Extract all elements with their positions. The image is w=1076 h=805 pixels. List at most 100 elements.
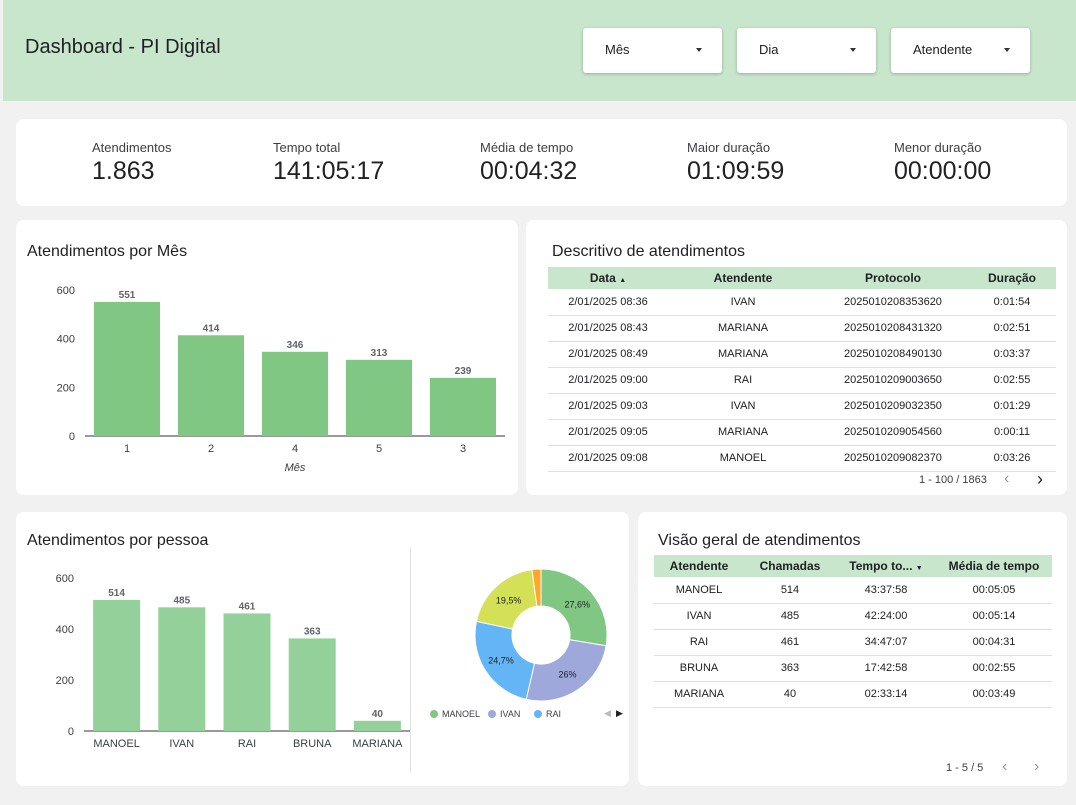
- column-header-duration[interactable]: Duração: [968, 267, 1056, 289]
- kpi-value: 1.863: [92, 157, 155, 185]
- kpi-average-time: Média de tempo 00:04:32: [480, 140, 577, 186]
- table-cell: 0:01:29: [968, 393, 1056, 420]
- legend-item[interactable]: MANOEL: [430, 709, 480, 719]
- table-cell: RAI: [668, 367, 818, 394]
- table-cell: BRUNA: [654, 655, 744, 682]
- page-title: Dashboard - PI Digital: [25, 36, 221, 58]
- table-cell: 514: [744, 577, 836, 604]
- table-cell: 17:42:58: [836, 655, 936, 682]
- legend-item[interactable]: RAI: [534, 709, 561, 719]
- table-row[interactable]: 2/01/2025 09:03 IVAN 2025010209032350 0:01:…: [548, 393, 1056, 420]
- chevron-left-icon[interactable]: ‹: [1004, 470, 1009, 488]
- kpi-max-duration: Maior duração 01:09:59: [687, 140, 784, 186]
- month-filter-dropdown[interactable]: Mês: [583, 28, 722, 73]
- table-cell: MANOEL: [668, 445, 818, 472]
- table-row[interactable]: IVAN 485 42:24:00 00:05:14: [654, 603, 1052, 630]
- table-cell: 00:05:05: [936, 577, 1052, 604]
- kpi-total-time: Tempo total 141:05:17: [273, 140, 384, 186]
- table-cell: 2025010209054560: [818, 419, 968, 446]
- table-row[interactable]: MANOEL 514 43:37:58 00:05:05: [654, 577, 1052, 604]
- table-cell: MARIANA: [668, 419, 818, 446]
- table-cell: MARIANA: [668, 341, 818, 368]
- bar: [288, 638, 336, 731]
- table-cell: 00:03:49: [936, 681, 1052, 708]
- legend-next-icon[interactable]: ▶: [616, 708, 623, 719]
- table-row[interactable]: BRUNA 363 17:42:58 00:02:55: [654, 655, 1052, 682]
- day-filter-dropdown[interactable]: Dia: [737, 28, 876, 73]
- table-cell: MARIANA: [668, 315, 818, 342]
- table-row[interactable]: MARIANA 40 02:33:14 00:03:49: [654, 681, 1052, 708]
- y-tick-label: 200: [57, 382, 75, 394]
- kpi-value: 141:05:17: [273, 157, 385, 185]
- month-chart-card: Atendimentos por Mês 0 200 400 600 551 1 414 2 3…: [16, 220, 518, 495]
- table-row[interactable]: 2/01/2025 08:43 MARIANA 2025010208431320 0:…: [548, 315, 1056, 342]
- header-bar: Dashboard - PI Digital Mês Dia Atendente: [3, 0, 1076, 101]
- data-label: 514: [108, 588, 125, 599]
- table-cell: 0:03:26: [968, 445, 1056, 472]
- table-cell: 2025010208353620: [818, 289, 968, 316]
- table-row[interactable]: 2/01/2025 08:49 MARIANA 2025010208490130 0:…: [548, 341, 1056, 368]
- chevron-down-icon: [850, 48, 856, 52]
- slice-label: 26%: [558, 669, 576, 679]
- y-tick-label: 600: [57, 285, 75, 297]
- table-cell: 43:37:58: [836, 577, 936, 604]
- bar: [93, 599, 141, 731]
- detail-pagination-label: 1 - 100 / 1863: [919, 474, 987, 486]
- table-cell: 2/01/2025 09:00: [548, 367, 668, 394]
- table-cell: 363: [744, 655, 836, 682]
- kpi-value: 00:04:32: [480, 157, 578, 185]
- column-header-date[interactable]: Data ▲: [548, 267, 668, 289]
- table-row[interactable]: RAI 461 34:47:07 00:04:31: [654, 629, 1052, 656]
- column-header-average-time[interactable]: Média de tempo: [936, 555, 1052, 577]
- table-row[interactable]: 2/01/2025 09:00 RAI 2025010209003650 0:02:5…: [548, 367, 1056, 394]
- column-header-protocol[interactable]: Protocolo: [818, 267, 968, 289]
- table-cell: 0:03:37: [968, 341, 1056, 368]
- column-header-calls[interactable]: Chamadas: [744, 555, 836, 577]
- column-header-attendant[interactable]: Atendente: [654, 555, 744, 577]
- x-tick-label: 4: [292, 443, 298, 455]
- x-tick-label: MARIANA: [352, 738, 403, 750]
- x-tick-label: 5: [376, 443, 382, 455]
- table-cell: 2025010208490130: [818, 341, 968, 368]
- column-header-attendant[interactable]: Atendente: [668, 267, 818, 289]
- kpi-value: 01:09:59: [687, 157, 785, 185]
- table-cell: 2/01/2025 08:43: [548, 315, 668, 342]
- overview-table: Atendente Chamadas Tempo to... ▼ Média d…: [654, 555, 1052, 708]
- legend-item[interactable]: IVAN: [488, 709, 520, 719]
- table-cell: 2025010209082370: [818, 445, 968, 472]
- x-tick-label: IVAN: [169, 738, 194, 750]
- overview-table-title: Visão geral de atendimentos: [658, 532, 861, 549]
- table-cell: 2025010209003650: [818, 367, 968, 394]
- chevron-left-icon[interactable]: ‹: [1002, 758, 1007, 776]
- data-label: 239: [455, 366, 472, 377]
- table-cell: 485: [744, 603, 836, 630]
- column-header-total-time[interactable]: Tempo to... ▼: [836, 555, 936, 577]
- table-row[interactable]: 2/01/2025 08:36 IVAN 2025010208353620 0:01:…: [548, 289, 1056, 316]
- table-cell: 2/01/2025 08:49: [548, 341, 668, 368]
- legend-prev-icon[interactable]: ◀: [604, 708, 611, 719]
- bar: [94, 301, 160, 436]
- x-tick-label: BRUNA: [293, 738, 332, 750]
- chevron-right-icon[interactable]: ›: [1034, 758, 1039, 776]
- data-label: 40: [372, 709, 384, 720]
- table-cell: 02:33:14: [836, 681, 936, 708]
- divider: [410, 548, 411, 772]
- attendant-filter-dropdown[interactable]: Atendente: [891, 28, 1030, 73]
- table-cell: 2025010209032350: [818, 393, 968, 420]
- y-tick-label: 200: [56, 675, 74, 687]
- table-cell: RAI: [654, 629, 744, 656]
- y-tick-label: 600: [56, 573, 74, 585]
- data-label: 363: [304, 626, 321, 637]
- x-tick-label: 2: [208, 443, 214, 455]
- chevron-down-icon: [696, 48, 702, 52]
- legend-label: RAI: [546, 709, 562, 719]
- person-bar-chart: 0 200 400 600 514 MANOEL 485 IVAN 461 RAI 363 BRUNA…: [56, 573, 410, 750]
- donut-legend: MANOEL IVAN RAI: [424, 709, 624, 723]
- bar: [262, 351, 328, 436]
- table-row[interactable]: 2/01/2025 09:05 MARIANA 2025010209054560 0:…: [548, 419, 1056, 446]
- table-row[interactable]: 2/01/2025 09:08 MANOEL 2025010209082370 0:0…: [548, 445, 1056, 472]
- table-cell: 40: [744, 681, 836, 708]
- data-label: 485: [173, 595, 190, 606]
- chevron-right-icon[interactable]: ›: [1037, 469, 1043, 490]
- kpi-label: Atendimentos: [92, 140, 172, 155]
